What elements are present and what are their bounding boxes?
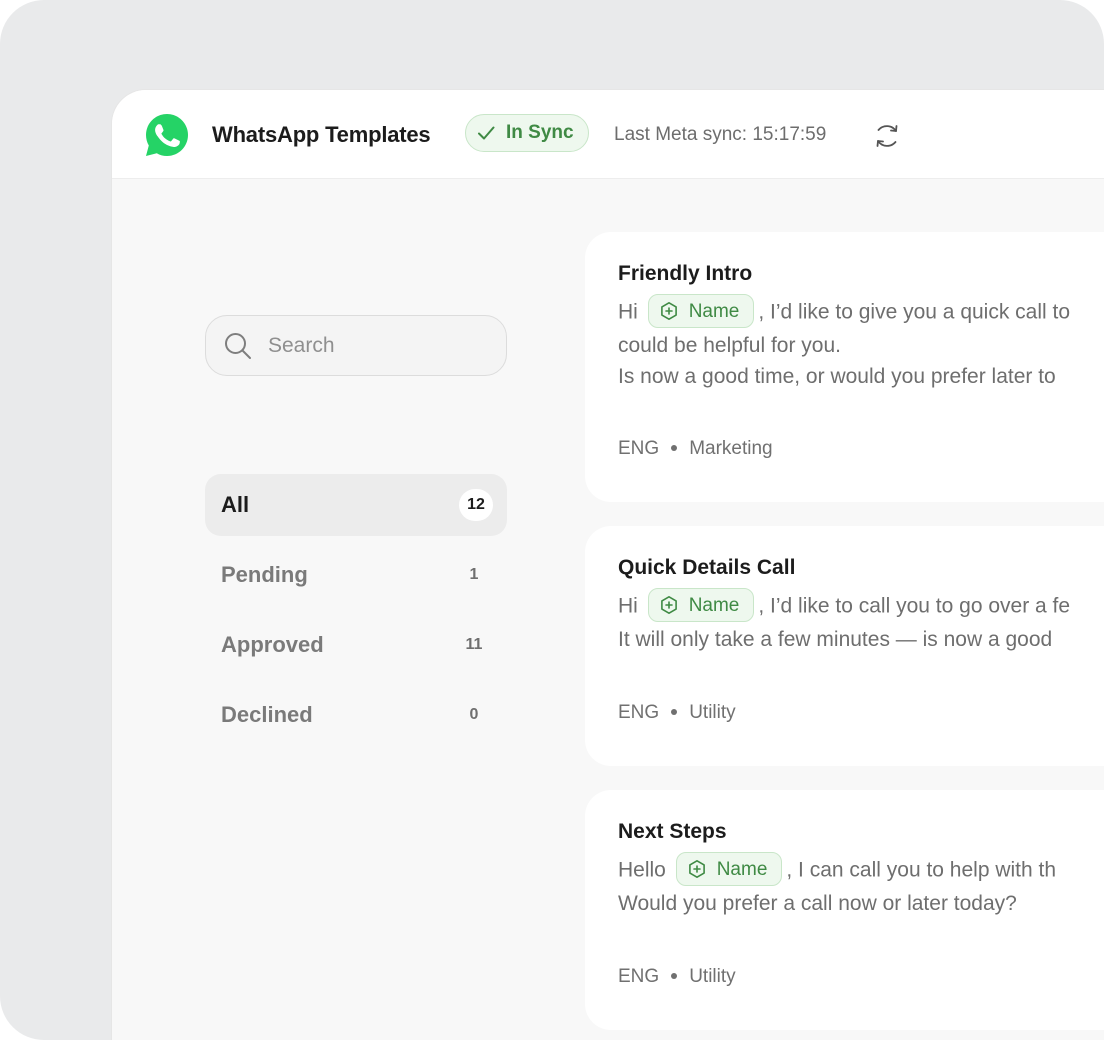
template-category: Utility xyxy=(689,966,736,987)
template-greeting: Hi xyxy=(618,300,638,324)
separator-dot xyxy=(671,445,678,451)
search-input[interactable] xyxy=(266,332,490,359)
filter-item-pending[interactable]: Pending 1 xyxy=(205,544,507,606)
filter-item-approved[interactable]: Approved 11 xyxy=(205,614,507,676)
filter-count-badge: 11 xyxy=(465,636,483,653)
status-filter-list: All 12 Pending 1 Approved 11 Declined 0 xyxy=(205,474,507,754)
refresh-icon[interactable] xyxy=(872,121,902,151)
variable-label: Name xyxy=(688,300,740,322)
filter-count-badge: 12 xyxy=(459,489,493,521)
variable-icon xyxy=(660,302,677,320)
template-card-friendly-intro[interactable]: Friendly Intro Hi Name , I’d like to giv… xyxy=(585,232,1104,502)
template-greeting: Hello xyxy=(618,858,666,882)
template-title: Next Steps xyxy=(618,820,727,843)
template-language: ENG xyxy=(618,966,660,987)
app-window: WhatsApp Templates In Sync Last Meta syn… xyxy=(112,90,1104,1040)
variable-chip[interactable]: Name xyxy=(675,852,783,886)
template-line-1: , I can call you to help with th xyxy=(786,858,1057,882)
device-frame: WhatsApp Templates In Sync Last Meta syn… xyxy=(0,0,1104,1040)
template-card-quick-details-call[interactable]: Quick Details Call Hi Name , I’d like to… xyxy=(585,526,1104,766)
template-body: Hello Name , I can call you to help with… xyxy=(618,852,1104,919)
template-language: ENG xyxy=(618,702,660,723)
variable-label: Name xyxy=(716,858,768,880)
template-body: Hi Name , I’d like to call you to go ove… xyxy=(618,588,1104,655)
template-line-2: It will only take a few minutes — is now… xyxy=(618,628,1053,651)
header-bar: WhatsApp Templates In Sync Last Meta syn… xyxy=(112,90,1104,179)
template-line-3: Is now a good time, or would you prefer … xyxy=(618,365,1056,388)
last-sync-timestamp: Last Meta sync: 15:17:59 xyxy=(614,124,827,145)
variable-chip[interactable]: Name xyxy=(647,294,755,328)
variable-icon xyxy=(660,596,677,614)
search-box[interactable] xyxy=(205,315,507,376)
filter-label: Approved xyxy=(221,632,324,657)
template-meta: ENG Utility xyxy=(618,702,736,724)
template-meta: ENG Marketing xyxy=(618,438,773,460)
filter-label: All xyxy=(221,492,250,517)
template-title: Quick Details Call xyxy=(618,556,796,579)
page-title: WhatsApp Templates xyxy=(212,122,431,147)
template-card-next-steps[interactable]: Next Steps Hello Name , I can call you t… xyxy=(585,790,1104,1030)
filter-label: Declined xyxy=(221,702,313,727)
sync-status-label: In Sync xyxy=(506,122,574,143)
template-category: Utility xyxy=(689,702,736,723)
filter-label: Pending xyxy=(221,562,308,587)
search-icon xyxy=(225,332,251,359)
separator-dot xyxy=(671,973,678,979)
template-line-1: , I’d like to call you to go over a fe xyxy=(758,594,1071,618)
whatsapp-logo-icon xyxy=(146,114,188,156)
template-body: Hi Name , I’d like to give you a quick c… xyxy=(618,294,1104,392)
template-language: ENG xyxy=(618,438,660,459)
template-list: Friendly Intro Hi Name , I’d like to giv… xyxy=(585,232,1104,1040)
filter-count-badge: 1 xyxy=(469,566,479,583)
template-line-1: , I’d like to give you a quick call to xyxy=(758,300,1071,324)
variable-label: Name xyxy=(688,594,740,616)
filter-item-all[interactable]: All 12 xyxy=(205,474,507,536)
variable-icon xyxy=(688,860,705,878)
filter-count-badge: 0 xyxy=(469,706,479,723)
sync-status-badge: In Sync xyxy=(465,114,589,152)
separator-dot xyxy=(671,709,678,715)
template-title: Friendly Intro xyxy=(618,262,753,285)
template-category: Marketing xyxy=(689,438,773,459)
template-meta: ENG Utility xyxy=(618,966,736,988)
template-line-2: Would you prefer a call now or later tod… xyxy=(618,892,1017,915)
template-greeting: Hi xyxy=(618,594,638,618)
filter-item-declined[interactable]: Declined 0 xyxy=(205,684,507,746)
variable-chip[interactable]: Name xyxy=(647,588,755,622)
check-icon xyxy=(478,126,495,140)
template-line-2: could be helpful for you. xyxy=(618,334,841,357)
